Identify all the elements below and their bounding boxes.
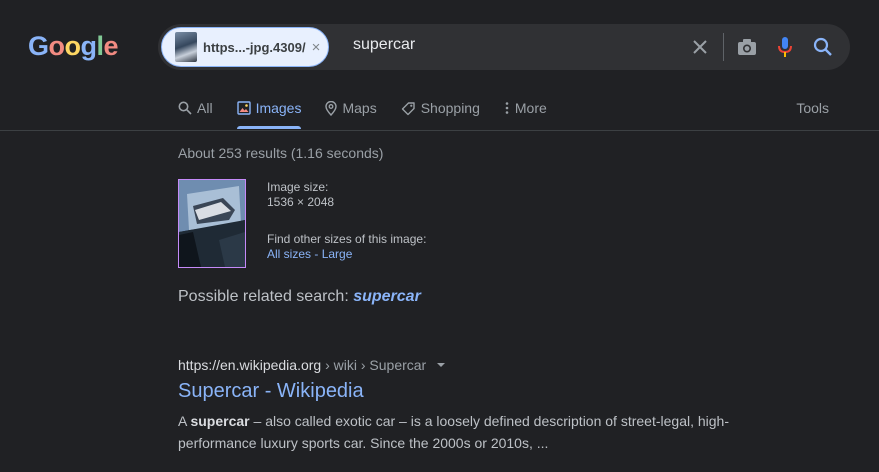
image-size-value: 1536 × 2048 bbox=[267, 195, 335, 209]
result-title-link[interactable]: Supercar - Wikipedia bbox=[178, 380, 364, 403]
image-query-chip[interactable]: https...-jpg.4309/ × bbox=[161, 27, 329, 67]
search-input[interactable]: supercar bbox=[353, 36, 415, 54]
chip-close-icon[interactable]: × bbox=[312, 39, 321, 56]
camera-icon[interactable] bbox=[734, 34, 760, 60]
related-search-link[interactable]: supercar bbox=[353, 288, 421, 305]
image-size-label: Image size: bbox=[267, 180, 329, 194]
large-size-link[interactable]: Large bbox=[322, 247, 353, 261]
image-icon bbox=[236, 101, 251, 115]
close-icon[interactable] bbox=[687, 34, 713, 60]
logo-letter: e bbox=[103, 31, 119, 61]
source-image-thumbnail[interactable] bbox=[178, 179, 246, 268]
snippet-bold: supercar bbox=[190, 413, 250, 429]
header-divider bbox=[0, 130, 879, 131]
logo-letter: g bbox=[80, 31, 98, 61]
logo-letter: o bbox=[48, 31, 66, 61]
tab-all[interactable]: All bbox=[178, 98, 213, 118]
snippet-prefix: A bbox=[178, 413, 191, 429]
tab-label: Maps bbox=[342, 100, 377, 116]
microphone-icon[interactable] bbox=[772, 34, 798, 60]
related-search: Possible related search: supercar bbox=[178, 288, 421, 306]
tools-button[interactable]: Tools bbox=[796, 100, 829, 116]
image-info: Image size: 1536 × 2048 Find other sizes… bbox=[267, 180, 426, 262]
chip-label: https...-jpg.4309/ bbox=[203, 39, 306, 55]
sizes-separator: - bbox=[311, 247, 322, 261]
tab-shopping[interactable]: Shopping bbox=[401, 98, 480, 118]
search-tabs: All Images Maps Shopping More bbox=[178, 98, 571, 129]
map-pin-icon bbox=[325, 100, 338, 116]
logo-letter: l bbox=[96, 31, 105, 61]
search-icon bbox=[178, 101, 192, 115]
tab-label: Shopping bbox=[420, 100, 480, 116]
tab-label: All bbox=[197, 100, 213, 116]
more-vertical-icon bbox=[505, 102, 509, 114]
snippet-text: – also called exotic car – is a loosely … bbox=[178, 413, 729, 451]
search-bar[interactable]: https...-jpg.4309/ × supercar bbox=[158, 24, 850, 70]
tab-images[interactable]: Images bbox=[236, 98, 302, 129]
all-sizes-link[interactable]: All sizes bbox=[267, 247, 311, 261]
divider bbox=[723, 33, 724, 61]
search-icon[interactable] bbox=[810, 34, 836, 60]
google-logo[interactable]: Google bbox=[28, 31, 119, 62]
tab-label: Images bbox=[255, 100, 302, 116]
result-stats: About 253 results (1.16 seconds) bbox=[178, 145, 384, 161]
logo-letter: o bbox=[64, 31, 82, 61]
result-path: › wiki › Supercar bbox=[321, 357, 427, 373]
logo-letter: G bbox=[28, 31, 49, 61]
result-snippet: A supercar – also called exotic car – is… bbox=[178, 410, 748, 454]
related-search-label: Possible related search: bbox=[178, 288, 354, 305]
chevron-down-icon[interactable] bbox=[434, 360, 448, 370]
tag-icon bbox=[401, 101, 415, 115]
other-sizes-label: Find other sizes of this image: bbox=[267, 232, 427, 246]
result-domain: https://en.wikipedia.org bbox=[178, 357, 322, 373]
tab-label: More bbox=[514, 100, 547, 116]
tab-maps[interactable]: Maps bbox=[325, 98, 377, 118]
result-cite[interactable]: https://en.wikipedia.org › wiki › Superc… bbox=[178, 357, 448, 373]
query-image-thumbnail bbox=[175, 32, 197, 62]
tab-more[interactable]: More bbox=[504, 98, 547, 118]
